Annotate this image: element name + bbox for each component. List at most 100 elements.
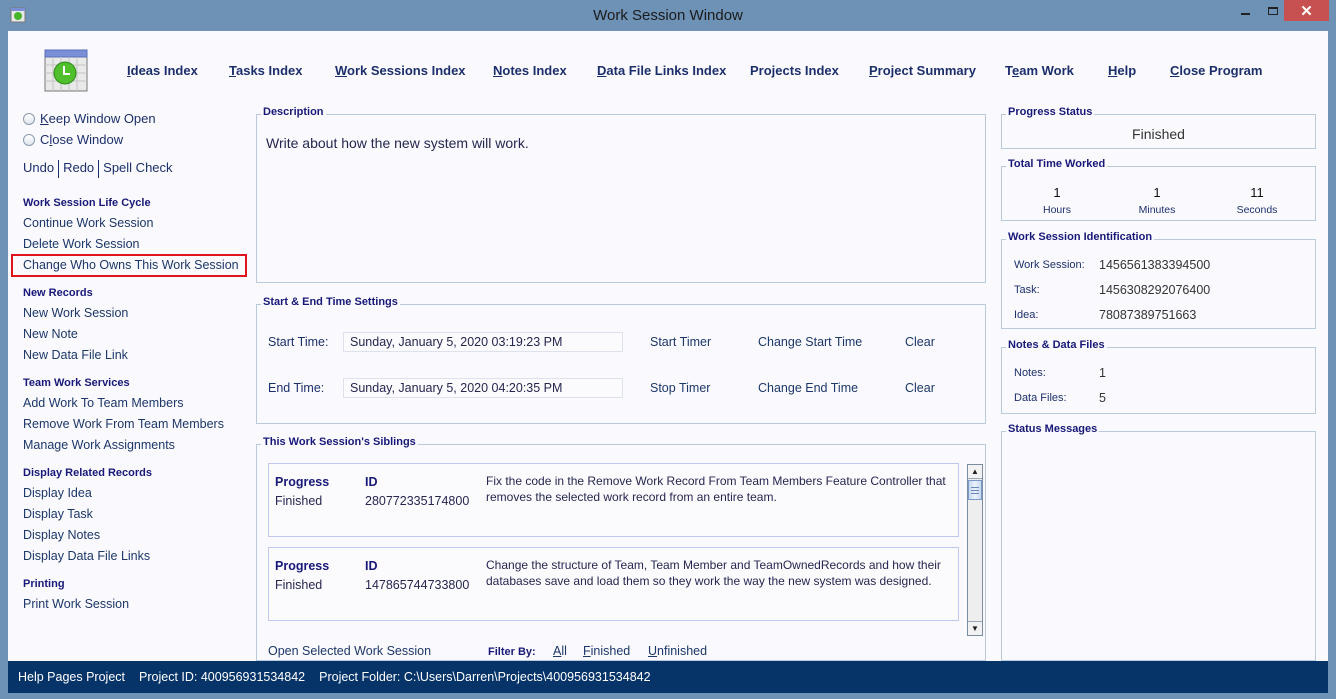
close-window-radio[interactable]: Cl ose Window — [23, 132, 123, 147]
display-task-link[interactable]: Display Task — [23, 507, 93, 521]
title-bar: Work Session Window ✕ — [0, 0, 1336, 31]
identification-group: Work Session Identification Work Session… — [1001, 231, 1316, 329]
work-session-id-label: Work Session: — [1014, 259, 1085, 271]
clear-start-button[interactable]: Clear — [905, 335, 935, 349]
notes-files-group: Notes & Data Files Notes: 1 Data Files: … — [1001, 339, 1316, 414]
calendar-clock-icon — [44, 49, 88, 92]
add-work-to-team-link[interactable]: Add Work To Team Members — [23, 396, 183, 410]
sibling-progress: Finished — [275, 494, 323, 508]
data-files-count-label: Data Files: — [1014, 392, 1067, 404]
new-note-link[interactable]: New Note — [23, 327, 78, 341]
change-start-time-button[interactable]: Change Start Time — [758, 335, 862, 349]
radio-icon — [23, 112, 35, 125]
progress-header: Progress — [275, 475, 330, 489]
divider — [98, 160, 100, 178]
time-settings-group: Start & End Time Settings Start Time: Su… — [256, 296, 986, 424]
nav-notes-index[interactable]: Notes Index — [493, 63, 567, 78]
change-end-time-button[interactable]: Change End Time — [758, 381, 858, 395]
manage-work-assignments-link[interactable]: Manage Work Assignments — [23, 438, 175, 452]
nav-help[interactable]: Help — [1108, 63, 1136, 78]
remove-work-from-team-link[interactable]: Remove Work From Team Members — [23, 417, 224, 431]
siblings-group: This Work Session's Siblings Progress ID… — [256, 436, 986, 661]
maximize-button[interactable] — [1260, 0, 1286, 21]
section-title-team-work: Team Work Services — [23, 377, 130, 389]
edit-toolbar: Undo Redo Spell Check — [23, 160, 173, 178]
progress-status-title: Progress Status — [1006, 106, 1095, 118]
work-session-id-value: 1456561383394500 — [1099, 258, 1211, 272]
undo-link[interactable]: Undo — [23, 160, 54, 178]
redo-link[interactable]: Redo — [63, 160, 94, 178]
nav-ideas-index[interactable]: Ideas Index — [127, 63, 198, 78]
description-text[interactable]: Write about how the new system will work… — [266, 135, 529, 151]
filter-all[interactable]: All — [553, 644, 567, 658]
id-header: ID — [365, 559, 378, 573]
stop-timer-button[interactable]: Stop Timer — [650, 381, 710, 395]
start-time-label: Start Time: — [268, 335, 329, 349]
hours-value: 1 — [1053, 185, 1061, 200]
delete-work-session-link[interactable]: Delete Work Session — [23, 237, 140, 251]
section-title-printing: Printing — [23, 578, 65, 590]
progress-status-value: Finished — [1132, 126, 1185, 142]
progress-status-group: Progress Status Finished — [1001, 106, 1316, 149]
time-settings-title: Start & End Time Settings — [261, 296, 400, 308]
sibling-card[interactable]: Progress ID Finished 147865744733800 Cha… — [268, 547, 959, 621]
spell-check-link[interactable]: Spell Check — [103, 160, 172, 178]
radio-icon — [23, 133, 35, 146]
print-work-session-link[interactable]: Print Work Session — [23, 597, 129, 611]
minutes-label: Minutes — [1138, 204, 1176, 216]
siblings-scrollbar[interactable]: ▲ ▼ — [967, 464, 983, 636]
window-client: Ideas Index Tasks Index Work Sessions In… — [8, 31, 1328, 661]
scroll-thumb[interactable] — [968, 480, 982, 500]
project-id: Project ID: 400956931534842 — [139, 670, 306, 684]
notes-count-value: 1 — [1099, 366, 1106, 380]
keep-window-open-radio[interactable]: Keep Window Open — [23, 111, 156, 126]
filter-unfinished[interactable]: Unfinished — [648, 644, 707, 658]
identification-title: Work Session Identification — [1006, 231, 1155, 243]
nav-project-summary[interactable]: Project Summary — [869, 63, 976, 78]
filter-finished[interactable]: Finished — [583, 644, 630, 658]
display-idea-link[interactable]: Display Idea — [23, 486, 92, 500]
new-data-file-link[interactable]: New Data File Link — [23, 348, 128, 362]
nav-work-sessions-index[interactable]: Work Sessions Index — [335, 63, 466, 78]
scroll-up-arrow-icon[interactable]: ▲ — [968, 465, 982, 479]
sibling-progress: Finished — [275, 578, 323, 592]
start-time-field[interactable]: Sunday, January 5, 2020 03:19:23 PM — [343, 332, 623, 352]
status-messages-group: Status Messages — [1001, 423, 1316, 661]
display-data-file-links-link[interactable]: Display Data File Links — [23, 549, 150, 563]
maximize-icon — [1268, 6, 1278, 15]
display-notes-link[interactable]: Display Notes — [23, 528, 100, 542]
project-name: Help Pages Project — [18, 670, 126, 684]
progress-header: Progress — [275, 559, 330, 573]
minutes-value: 1 — [1153, 185, 1161, 200]
scroll-down-arrow-icon[interactable]: ▼ — [968, 621, 982, 635]
nav-close-program[interactable]: Close Program — [1170, 63, 1262, 78]
continue-work-session-link[interactable]: Continue Work Session — [23, 216, 153, 230]
sibling-description: Change the structure of Team, Team Membe… — [486, 558, 941, 588]
new-work-session-link[interactable]: New Work Session — [23, 306, 128, 320]
total-time-group: Total Time Worked 1 Hours 1 Minutes 11 S… — [1001, 158, 1316, 221]
open-selected-work-session-button[interactable]: Open Selected Work Session — [268, 644, 431, 658]
close-icon: ✕ — [1300, 2, 1313, 20]
notes-files-title: Notes & Data Files — [1006, 339, 1107, 351]
start-timer-button[interactable]: Start Timer — [650, 335, 711, 349]
idea-id-value: 78087389751663 — [1099, 308, 1197, 322]
nav-team-work[interactable]: Team Work — [1005, 63, 1074, 78]
minimize-icon — [1240, 12, 1250, 15]
end-time-label: End Time: — [268, 381, 325, 395]
task-id-label: Task: — [1014, 284, 1040, 296]
close-button[interactable]: ✕ — [1284, 0, 1329, 21]
id-header: ID — [365, 475, 378, 489]
task-id-value: 1456308292076400 — [1099, 283, 1211, 297]
end-time-field[interactable]: Sunday, January 5, 2020 04:20:35 PM — [343, 378, 623, 398]
divider — [58, 160, 60, 178]
nav-tasks-index[interactable]: Tasks Index — [229, 63, 302, 78]
nav-projects-index[interactable]: Projects Index — [750, 63, 839, 78]
minimize-button[interactable] — [1232, 0, 1258, 21]
sibling-card[interactable]: Progress ID Finished 280772335174800 Fix… — [268, 463, 959, 537]
nav-data-file-links-index[interactable]: Data File Links Index — [597, 63, 726, 78]
clear-end-button[interactable]: Clear — [905, 381, 935, 395]
notes-count-label: Notes: — [1014, 367, 1046, 379]
filter-by-label: Filter By: — [488, 646, 536, 658]
seconds-label: Seconds — [1236, 204, 1278, 216]
sibling-id: 280772335174800 — [365, 494, 470, 508]
